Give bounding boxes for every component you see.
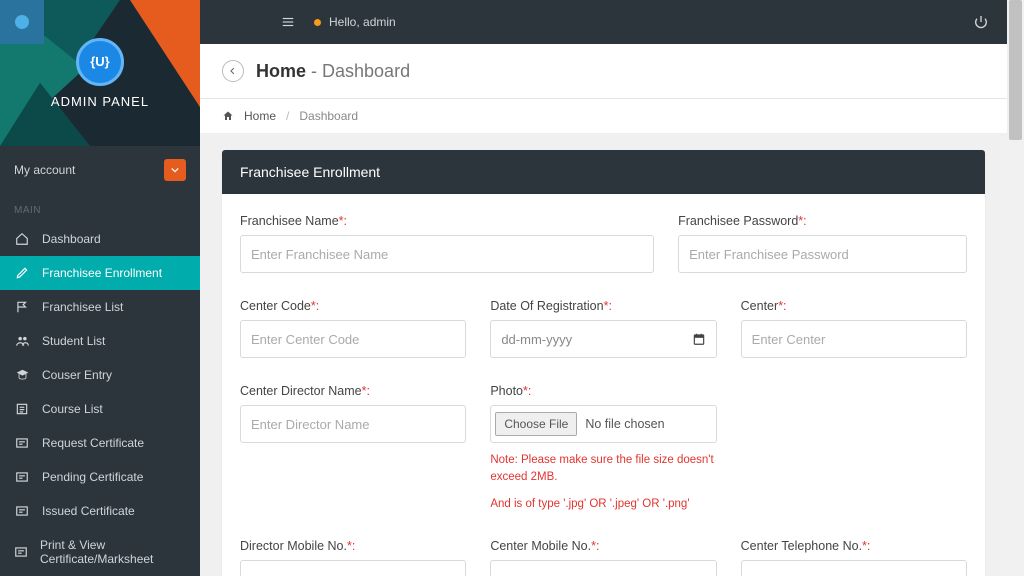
certificate-icon bbox=[14, 470, 30, 484]
franchisee-name-input[interactable] bbox=[240, 235, 654, 273]
sidebar-section-main: MAIN bbox=[0, 194, 200, 222]
breadcrumb-current: Dashboard bbox=[299, 109, 358, 123]
certificate-icon bbox=[14, 504, 30, 518]
label-center: Center*: bbox=[741, 299, 967, 313]
certificate-icon bbox=[14, 545, 28, 559]
edit-icon bbox=[14, 266, 30, 280]
sidebar-item-student-list[interactable]: Student List bbox=[0, 324, 200, 358]
date-of-registration-input[interactable]: dd-mm-yyyy bbox=[490, 320, 716, 358]
sidebar-item-print-view-certificate[interactable]: Print & View Certificate/Marksheet bbox=[0, 528, 200, 576]
menu-toggle-icon[interactable] bbox=[280, 15, 296, 29]
sidebar-item-course-entry[interactable]: Couser Entry bbox=[0, 358, 200, 392]
center-director-name-input[interactable] bbox=[240, 405, 466, 443]
sidebar-item-label: Request Certificate bbox=[42, 436, 144, 450]
scrollbar-thumb[interactable] bbox=[1009, 0, 1022, 140]
sidebar-item-label: Dashboard bbox=[42, 232, 101, 246]
main-column: Hello, admin Home - Dashboard Home / Das… bbox=[200, 0, 1007, 576]
center-code-input[interactable] bbox=[240, 320, 466, 358]
sidebar-item-course-list[interactable]: Course List bbox=[0, 392, 200, 426]
calendar-icon bbox=[692, 332, 706, 346]
photo-note-2: And is of type '.jpg' OR '.jpeg' OR '.pn… bbox=[490, 496, 716, 513]
content-area: Franchisee Enrollment Franchisee Name*: … bbox=[200, 134, 1007, 576]
sidebar-item-pending-certificate[interactable]: Pending Certificate bbox=[0, 460, 200, 494]
label-franchisee-name: Franchisee Name*: bbox=[240, 214, 654, 228]
sidebar-item-label: Print & View Certificate/Marksheet bbox=[40, 538, 186, 566]
label-date-of-registration: Date Of Registration*: bbox=[490, 299, 716, 313]
choose-file-button[interactable]: Choose File bbox=[495, 412, 577, 436]
greeting-text: Hello, admin bbox=[329, 15, 396, 29]
sidebar-item-franchisee-enrollment[interactable]: Franchisee Enrollment bbox=[0, 256, 200, 290]
account-label: My account bbox=[14, 163, 75, 177]
topbar: Hello, admin bbox=[200, 0, 1007, 44]
sidebar-item-label: Student List bbox=[42, 334, 105, 348]
sidebar-item-label: Pending Certificate bbox=[42, 470, 143, 484]
account-toggle[interactable]: My account bbox=[0, 146, 200, 194]
page-title-bar: Home - Dashboard bbox=[200, 44, 1007, 99]
date-placeholder: dd-mm-yyyy bbox=[501, 332, 572, 347]
label-photo: Photo*: bbox=[490, 384, 716, 398]
certificate-icon bbox=[14, 436, 30, 450]
breadcrumb-sep: / bbox=[286, 109, 289, 123]
page-title-sub: Dashboard bbox=[322, 61, 410, 81]
brand-chip bbox=[0, 0, 44, 44]
page-scrollbar[interactable] bbox=[1007, 0, 1024, 576]
home-icon bbox=[222, 110, 234, 122]
center-input[interactable] bbox=[741, 320, 967, 358]
brand-logo: {U} bbox=[76, 38, 124, 86]
page-title-sep: - bbox=[306, 61, 322, 81]
greeting: Hello, admin bbox=[314, 15, 396, 29]
graduation-cap-icon bbox=[14, 368, 30, 382]
sidebar-item-label: Franchisee Enrollment bbox=[42, 266, 162, 280]
breadcrumb: Home / Dashboard bbox=[200, 99, 1007, 134]
panel-body: Franchisee Name*: Franchisee Password*: … bbox=[222, 194, 985, 576]
sidebar-item-request-certificate[interactable]: Request Certificate bbox=[0, 426, 200, 460]
brand-title: ADMIN PANEL bbox=[51, 94, 149, 109]
label-center-telephone: Center Telephone No.*: bbox=[741, 539, 967, 553]
photo-file-input[interactable]: Choose File No file chosen bbox=[490, 405, 716, 443]
label-franchisee-password: Franchisee Password*: bbox=[678, 214, 967, 228]
center-telephone-input[interactable] bbox=[741, 560, 967, 576]
panel-title: Franchisee Enrollment bbox=[222, 150, 985, 194]
sidebar-item-label: Couser Entry bbox=[42, 368, 112, 382]
sidebar-item-label: Course List bbox=[42, 402, 103, 416]
director-mobile-input[interactable] bbox=[240, 560, 466, 576]
breadcrumb-home[interactable]: Home bbox=[244, 109, 276, 123]
users-icon bbox=[14, 334, 30, 348]
label-center-director-name: Center Director Name*: bbox=[240, 384, 466, 398]
label-center-code: Center Code*: bbox=[240, 299, 466, 313]
photo-note-1: Note: Please make sure the file size doe… bbox=[490, 452, 716, 487]
sidebar-nav: Dashboard Franchisee Enrollment Franchis… bbox=[0, 222, 200, 576]
label-center-mobile: Center Mobile No.*: bbox=[490, 539, 716, 553]
sidebar-item-franchisee-list[interactable]: Franchisee List bbox=[0, 290, 200, 324]
sidebar-item-label: Franchisee List bbox=[42, 300, 123, 314]
status-dot-icon bbox=[314, 19, 321, 26]
home-icon bbox=[14, 232, 30, 246]
flag-icon bbox=[14, 300, 30, 314]
franchisee-password-input[interactable] bbox=[678, 235, 967, 273]
list-icon bbox=[14, 402, 30, 416]
power-icon[interactable] bbox=[973, 14, 989, 30]
sidebar-item-label: Issued Certificate bbox=[42, 504, 135, 518]
page-title-main: Home bbox=[256, 61, 306, 81]
back-button[interactable] bbox=[222, 60, 244, 82]
sidebar-item-issued-certificate[interactable]: Issued Certificate bbox=[0, 494, 200, 528]
sidebar-item-dashboard[interactable]: Dashboard bbox=[0, 222, 200, 256]
label-director-mobile: Director Mobile No.*: bbox=[240, 539, 466, 553]
center-mobile-input[interactable] bbox=[490, 560, 716, 576]
file-status-text: No file chosen bbox=[585, 417, 664, 431]
sidebar: {U} ADMIN PANEL My account MAIN Dashboar… bbox=[0, 0, 200, 576]
panel-franchisee-enrollment: Franchisee Enrollment Franchisee Name*: … bbox=[222, 150, 985, 576]
chevron-down-icon bbox=[164, 159, 186, 181]
